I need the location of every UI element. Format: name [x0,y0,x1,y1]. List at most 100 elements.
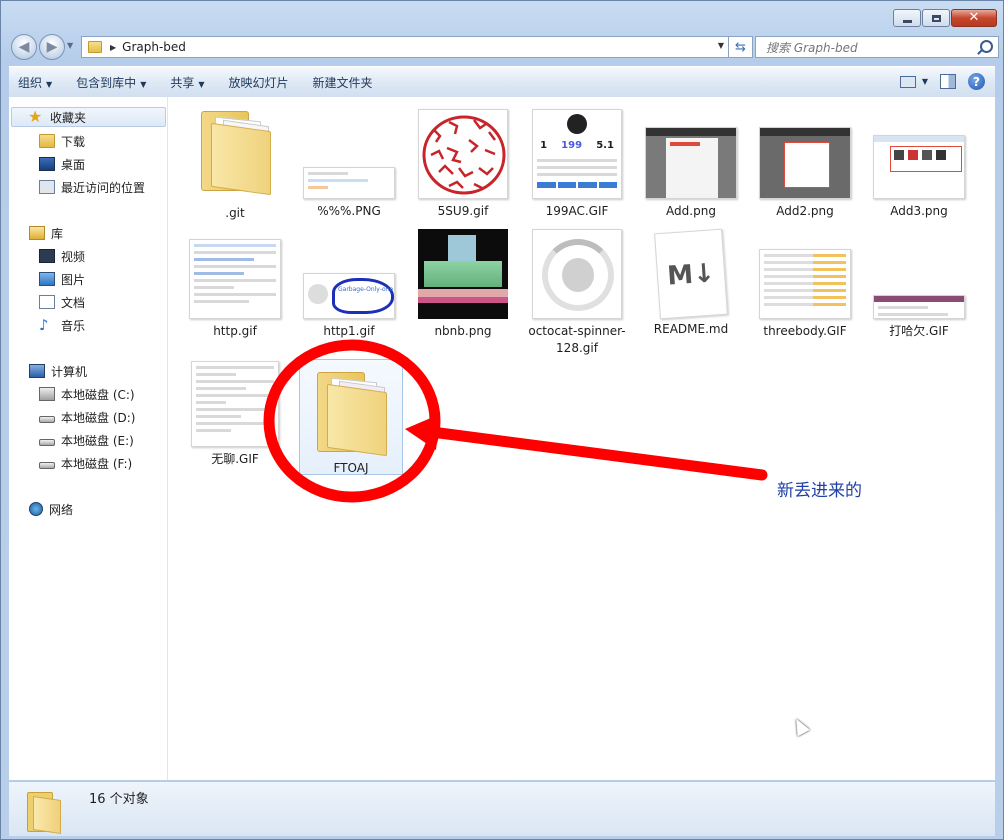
navigation-pane: ★ 收藏夹 下载 桌面 最近访问的位置 库 视频 图片 文档 ♪ 音乐 计算机 本地… [9,97,168,780]
file-name: Add2.png [776,204,834,218]
sidebar-item-desktop[interactable]: 桌面 [39,154,85,174]
sidebar-item-disk-e[interactable]: 本地磁盘 (E:) [39,430,134,450]
breadcrumb-graph-bed[interactable]: Graph-bed [122,40,186,54]
new-folder-button[interactable]: 新建文件夹 [304,74,382,91]
file-item-http[interactable]: http.gif [180,225,290,340]
share-menu[interactable]: 共享 ▼ [161,74,213,91]
command-bar: 组织 ▼ 包含到库中 ▼ 共享 ▼ 放映幻灯片 新建文件夹 ▼ ? [9,66,995,98]
file-item-threebody[interactable]: threebody.GIF [750,225,860,340]
sidebar-item-videos[interactable]: 视频 [39,246,85,266]
organize-menu[interactable]: 组织 ▼ [9,74,61,91]
organize-label: 组织 [18,75,43,90]
file-item-http1[interactable]: Garbage-Only-one http1.gif [294,225,404,340]
sidebar-item-disk-d[interactable]: 本地磁盘 (D:) [39,407,135,427]
file-name: 无聊.GIF [211,452,259,466]
breadcrumb-chevron-icon[interactable]: ▶ [110,43,116,52]
file-item-readme[interactable]: M↓ README.md [636,225,746,338]
file-item-199ac[interactable]: 1 199 5.1 199AC.GIF [522,105,632,220]
file-item-nbnb[interactable]: nbnb.png [408,225,518,340]
refresh-button[interactable]: ⇆ [729,36,753,58]
sidebar-item-computer[interactable]: 计算机 [29,361,87,381]
file-item-ftoaj[interactable]: FTOAJ [299,359,403,475]
sidebar-item-label: 图片 [61,272,86,287]
file-name: FTOAJ [333,461,369,475]
file-item-add3[interactable]: Add3.png [864,105,974,220]
search-input[interactable] [764,40,978,56]
file-name: 199AC.GIF [545,204,609,218]
sidebar-item-downloads[interactable]: 下载 [39,131,85,151]
annotation-text: 新丢进来的 [777,481,862,501]
file-item-yawn[interactable]: 打哈欠.GIF [864,225,974,340]
sidebar-item-disk-c[interactable]: 本地磁盘 (C:) [39,384,135,404]
maximize-button[interactable] [922,9,950,27]
stat-value: 199 [561,140,583,151]
file-list: .git %%%.PNG 5SU9.gif 1 199 5.1 199AC.GI… [168,97,995,780]
file-item-add2[interactable]: Add2.png [750,105,860,220]
view-options-dropdown-icon[interactable]: ▼ [922,77,928,86]
slideshow-button[interactable]: 放映幻灯片 [220,74,298,91]
minimize-button[interactable] [893,9,921,27]
screenshot-thumbnail-icon [645,127,737,199]
file-name: Add.png [666,204,716,218]
toolbar-right: ▼ ? [899,73,985,90]
file-name: threebody.GIF [763,324,847,338]
refresh-icon: ⇆ [735,39,746,55]
close-button[interactable]: ✕ [951,9,997,27]
sidebar-item-label: 下载 [61,134,86,149]
address-dropdown-icon[interactable]: ▼ [718,41,724,50]
file-item-5su9[interactable]: 5SU9.gif [408,105,518,220]
sidebar-item-label: 音乐 [61,318,86,333]
item-count: 16 个对象 [89,792,149,807]
include-in-library-label: 包含到库中 [76,75,137,90]
help-icon[interactable]: ? [968,73,985,90]
file-name: 5SU9.gif [437,204,489,218]
recent-pages-dropdown[interactable]: ▼ [67,41,73,50]
forward-arrow-icon: ▶ [46,39,58,55]
sidebar-item-pictures[interactable]: 图片 [39,269,85,289]
screenshot-thumbnail-icon [759,127,851,199]
file-name: octocat-spinner-128.gif [528,324,626,355]
file-item-add[interactable]: Add.png [636,105,746,220]
screenshot-thumbnail-icon [873,295,965,319]
explorer-window: ✕ ◀ ▶ ▼ ▶ Graph-bed ▼ ⇆ 组织▼ 包含到库中▼ 共享▼ 放… [0,0,1004,840]
hard-drive-icon [39,415,55,423]
pictures-icon [39,272,55,286]
search-box[interactable] [755,36,999,58]
file-item-git[interactable]: .git [180,105,290,222]
network-icon [29,502,43,516]
slideshow-label: 放映幻灯片 [228,75,289,90]
include-in-library-menu[interactable]: 包含到库中 ▼ [67,74,155,91]
documents-icon [39,295,55,309]
desktop-icon [39,157,55,171]
hard-drive-icon [39,438,55,446]
sidebar-item-network[interactable]: 网络 [29,499,73,519]
sidebar-item-label: 本地磁盘 (C:) [61,387,135,402]
address-bar[interactable]: ▶ Graph-bed ▼ [81,36,729,58]
file-item-octocat-spinner[interactable]: octocat-spinner-128.gif [522,225,632,357]
forward-button[interactable]: ▶ [39,34,65,60]
sidebar-item-recent[interactable]: 最近访问的位置 [39,177,145,197]
sidebar-item-music[interactable]: ♪ 音乐 [39,315,85,335]
back-button[interactable]: ◀ [11,34,37,60]
preview-pane-icon[interactable] [940,74,956,89]
sidebar-item-label: 视频 [61,249,86,264]
sidebar-item-libraries[interactable]: 库 [29,223,63,243]
sidebar-item-favorites[interactable]: ★ 收藏夹 [11,107,166,127]
minimize-icon [902,19,912,23]
share-label: 共享 [170,75,195,90]
sidebar-item-disk-f[interactable]: 本地磁盘 (F:) [39,453,132,473]
sidebar-item-label: 本地磁盘 (D:) [61,410,136,425]
file-item-boring[interactable]: 无聊.GIF [180,361,290,468]
new-folder-label: 新建文件夹 [312,75,373,90]
search-icon[interactable] [980,40,993,53]
sidebar-item-label: 桌面 [61,157,86,172]
markdown-glyph: M↓ [666,258,716,292]
file-item-percent-png[interactable]: %%%.PNG [294,105,404,220]
change-view-icon[interactable] [899,75,916,88]
markdown-file-icon: M↓ [654,228,728,320]
sidebar-item-documents[interactable]: 文档 [39,292,85,312]
code-screenshot-thumbnail-icon [189,239,281,319]
screenshot-thumbnail-icon: Garbage-Only-one [303,273,395,319]
star-icon: ★ [28,107,43,126]
file-name: http.gif [213,324,257,338]
